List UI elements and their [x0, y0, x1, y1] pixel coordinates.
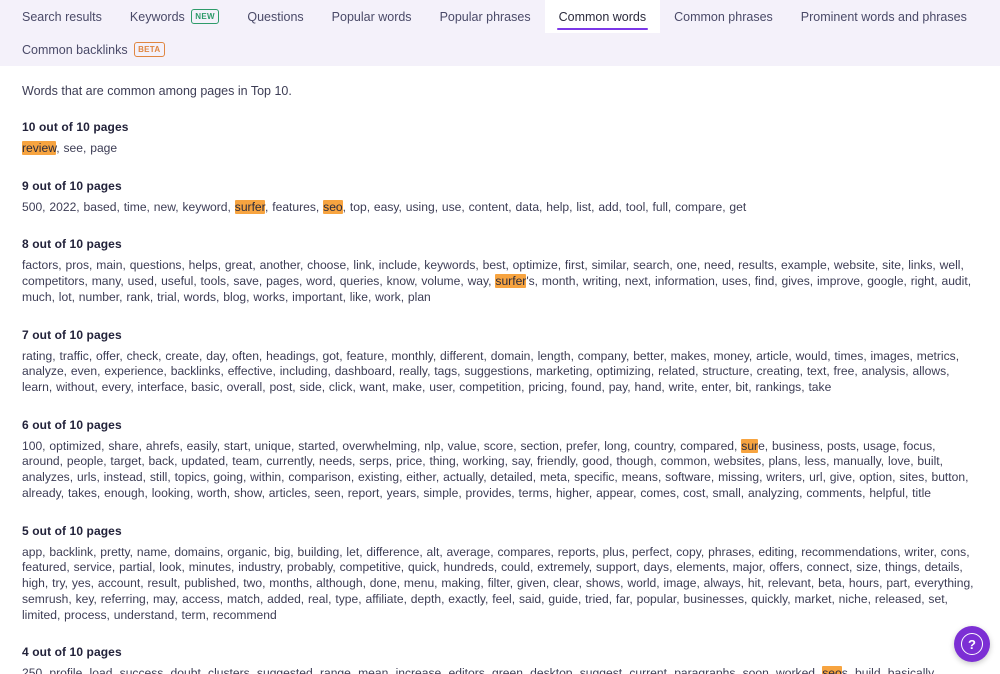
highlighted-word: surfer [495, 274, 527, 289]
word-group-words: 100, optimized, share, ahrefs, easily, s… [22, 438, 969, 500]
word-group: 8 out of 10 pages factors, pros, main, qu… [20, 237, 980, 305]
word-group: 9 out of 10 pages 500, 2022, based, time,… [20, 179, 980, 216]
word-group: 7 out of 10 pages rating, traffic, offer,… [20, 328, 980, 396]
tab-label: Prominent words and phrases [800, 9, 967, 24]
word-group: 6 out of 10 pages 100, optimized, share, … [20, 418, 980, 502]
word-group-title: 5 out of 10 pages [22, 523, 122, 538]
tab-label: Keywords [129, 9, 185, 24]
highlighted-word: seo [323, 199, 343, 214]
tab-common-backlinks[interactable]: Common backlinks BETA [8, 33, 179, 66]
word-group-title: 10 out of 10 pages [22, 120, 129, 134]
tab-questions[interactable]: Questions [233, 0, 317, 33]
tab-label: Common words [558, 9, 647, 24]
word-group-title: 4 out of 10 pages [22, 645, 122, 660]
word-group-words: rating, traffic, offer, check, create, d… [22, 348, 960, 395]
tab-popular-words[interactable]: Popular words [318, 0, 426, 33]
word-group: 10 out of 10 pages review, see, page [20, 120, 980, 157]
tab-label: Popular words [331, 9, 412, 24]
highlighted-word: review [22, 141, 57, 155]
tab-bar: Search results Keywords NEW Questions Popula… [0, 0, 1000, 66]
help-button[interactable]: ? [954, 626, 990, 662]
word-group-title: 9 out of 10 pages [22, 178, 122, 193]
tab-label: Common backlinks [22, 42, 128, 57]
highlighted-word: sur [741, 438, 759, 453]
tab-keywords[interactable]: Keywords NEW [116, 0, 233, 33]
tab-common-phrases[interactable]: Common phrases [660, 0, 787, 33]
highlighted-word: seo [822, 666, 842, 674]
tab-badge-beta: BETA [133, 42, 165, 57]
word-group-title: 6 out of 10 pages [22, 417, 122, 432]
question-mark-icon: ? [961, 633, 983, 655]
word-group: 5 out of 10 pages app, backlink, pretty, … [20, 524, 980, 624]
tab-label: Search results [22, 9, 102, 24]
active-tab-underline [556, 27, 649, 30]
tab-prominent-words-and-phrases[interactable]: Prominent words and phrases [787, 0, 981, 33]
word-group: 4 out of 10 pages 250, profile, load, suc… [20, 645, 980, 674]
common-words-panel: Words that are common among pages in Top… [0, 66, 1000, 674]
word-group-words: app, backlink, pretty, name, domains, or… [22, 544, 974, 622]
tab-search-results[interactable]: Search results [8, 0, 116, 33]
word-group-title: 8 out of 10 pages [22, 237, 122, 252]
tab-label: Questions [247, 9, 304, 24]
highlighted-word: surfer [234, 199, 266, 214]
word-group-words: review, see, page [22, 141, 118, 155]
panel-description: Words that are common among pages in Top… [22, 84, 292, 98]
word-group-words: 250, profile, load, success, doubt, clus… [22, 666, 980, 674]
word-group-title: 7 out of 10 pages [22, 327, 122, 342]
word-groups: 10 out of 10 pages review, see, page 9 out… [20, 120, 980, 674]
tab-common-words[interactable]: Common words [544, 0, 661, 33]
tab-popular-phrases[interactable]: Popular phrases [426, 0, 545, 33]
word-group-words: 500, 2022, based, time, new, keyword, su… [22, 199, 747, 214]
word-group-words: factors, pros, main, questions, helps, g… [22, 258, 972, 304]
tab-list: Search results Keywords NEW Questions Popula… [0, 0, 1000, 66]
tab-label: Common phrases [674, 9, 773, 24]
tab-label: Popular phrases [439, 9, 531, 24]
tab-badge-new: NEW [190, 9, 220, 24]
